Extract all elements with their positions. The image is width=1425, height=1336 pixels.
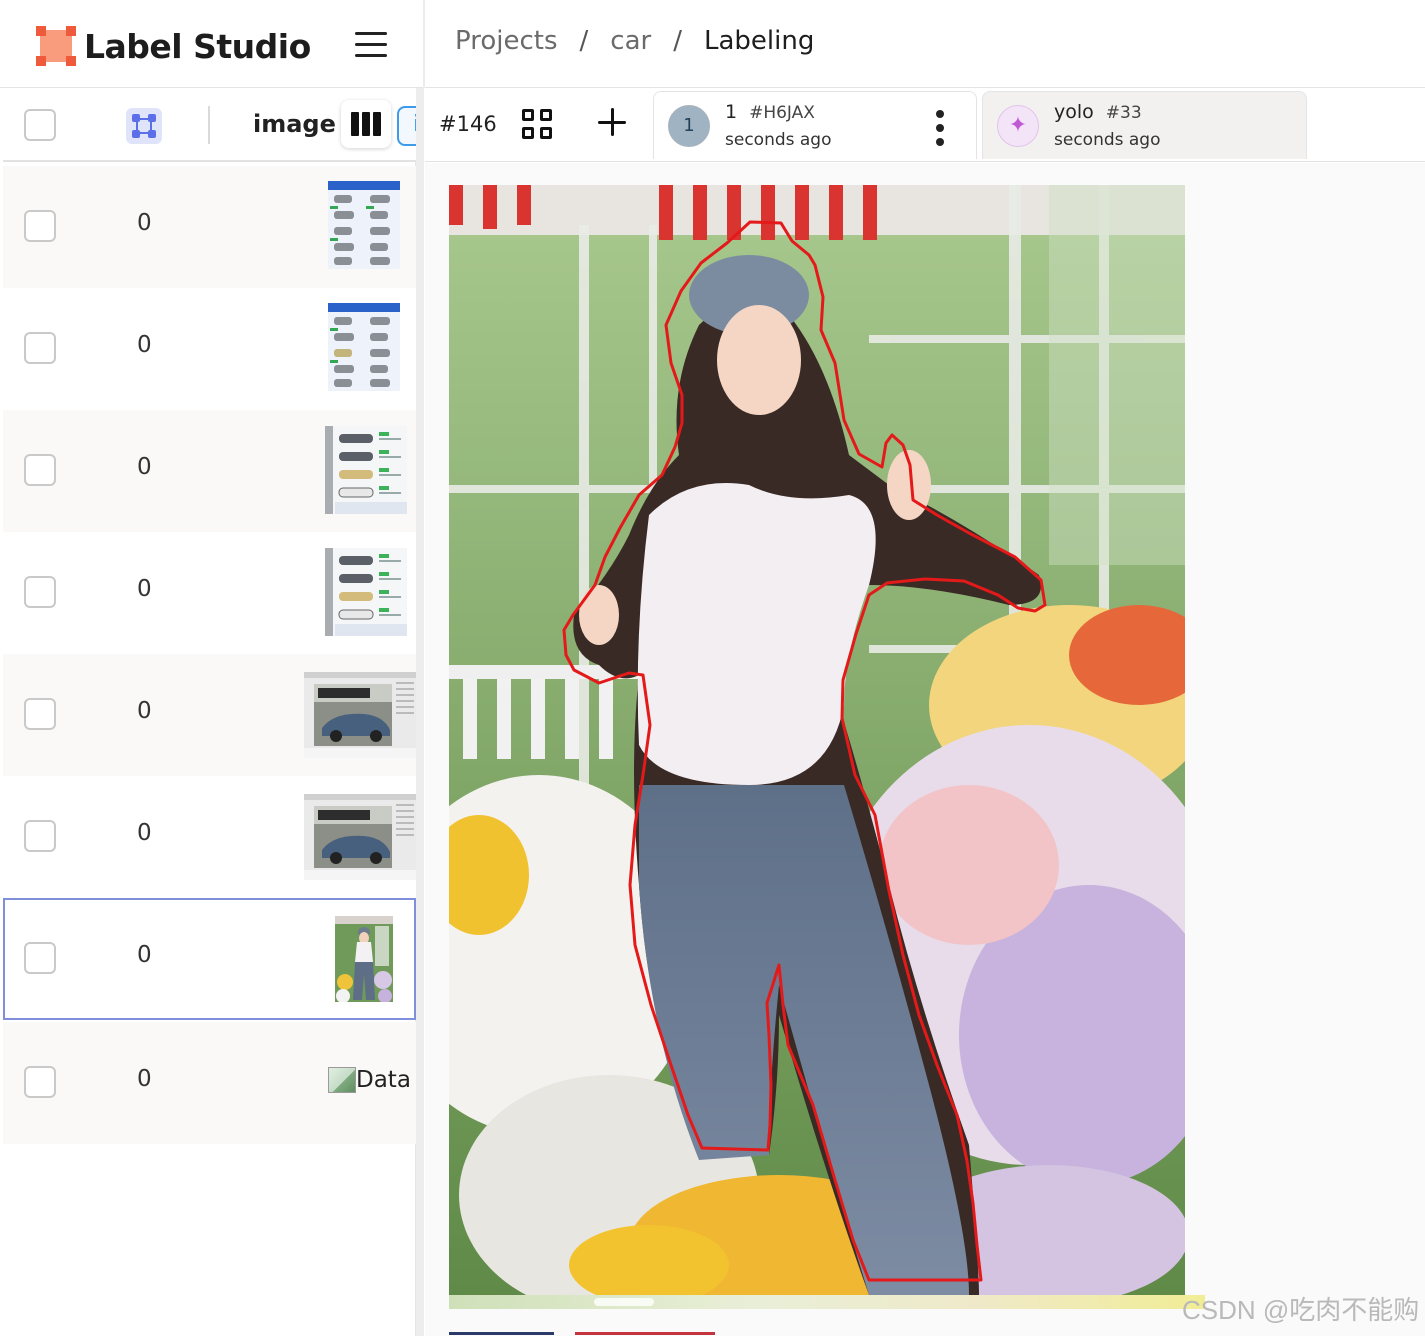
breadcrumb-projects[interactable]: Projects [455, 26, 558, 56]
task-image[interactable] [449, 185, 1185, 1295]
image-horizontal-scrollbar[interactable] [449, 1295, 1205, 1309]
image-column-header[interactable]: image [253, 110, 336, 138]
panel-resize-handle[interactable] [416, 88, 424, 1336]
breadcrumb-separator: / [579, 26, 589, 56]
info-button[interactable]: i [397, 106, 416, 146]
annotations-column-icon[interactable] [126, 108, 162, 144]
task-list-header: image i [3, 88, 416, 162]
brand[interactable]: Label Studio [36, 24, 311, 68]
annotation-count: 0 [137, 454, 152, 480]
annotation-count: 0 [137, 1066, 152, 1092]
breadcrumb-separator: / [673, 26, 682, 56]
prediction-time: seconds ago [1054, 130, 1161, 150]
annotation-tab-active[interactable]: 1 1 #H6JAX seconds ago [653, 91, 977, 159]
labeling-canvas [425, 163, 1425, 1336]
annotation-count: 0 [137, 210, 152, 236]
row-checkbox[interactable] [24, 820, 56, 852]
region-bar-2 [575, 1332, 715, 1335]
sparkle-icon: ✦ [997, 105, 1039, 147]
annotation-user: 1 [725, 101, 738, 123]
broken-image-icon [328, 1067, 356, 1093]
table-row[interactable]: 0 [3, 776, 416, 898]
table-row[interactable]: 0 [3, 166, 416, 288]
annotation-count: 0 [137, 332, 152, 358]
annotation-count: 0 [137, 698, 152, 724]
topbar-divider [423, 0, 425, 88]
car-post-thumbnail[interactable] [304, 672, 416, 758]
label-studio-logo-icon [36, 26, 76, 66]
row-checkbox[interactable] [24, 210, 56, 242]
breadcrumb-current: Labeling [703, 26, 815, 56]
car-list-thumbnail[interactable] [325, 548, 407, 636]
row-checkbox[interactable] [24, 942, 56, 974]
watermark: CSDN @吃肉不能购 [1182, 1295, 1420, 1325]
annotation-tabs-bar: #146 1 1 #H6JAX seconds ago ✦ yolo #33 sec… [425, 88, 1425, 162]
prediction-id: #33 [1105, 103, 1142, 123]
top-bar: Label Studio Projects / car / Labeling [0, 0, 1425, 88]
image-alt-text: Data [356, 1067, 411, 1093]
hamburger-menu-icon[interactable] [355, 30, 389, 60]
person-photo-thumbnail[interactable] [335, 916, 393, 1002]
breadcrumb-project-car[interactable]: car [610, 26, 651, 56]
task-id: #146 [439, 112, 497, 136]
more-options-icon[interactable] [934, 110, 946, 146]
table-row[interactable]: 0 [3, 410, 416, 532]
columns-toggle-icon[interactable] [341, 100, 391, 148]
car-list-thumbnail[interactable] [325, 426, 407, 514]
label-studio-app: Label Studio Projects / car / Labeling i… [0, 0, 1425, 1336]
annotation-title: 1 #H6JAX [725, 101, 815, 123]
row-checkbox[interactable] [24, 698, 56, 730]
car-chart-thumbnail[interactable] [328, 181, 400, 269]
car-post-thumbnail[interactable] [304, 794, 416, 880]
row-checkbox[interactable] [24, 1066, 56, 1098]
broken-image[interactable]: Data [328, 1067, 411, 1093]
prediction-tab[interactable]: ✦ yolo #33 seconds ago [982, 91, 1307, 159]
user-avatar: 1 [668, 105, 710, 147]
app-name: Label Studio [84, 26, 311, 66]
table-row-selected[interactable]: 0 [3, 898, 416, 1020]
add-annotation-plus-icon[interactable] [598, 108, 628, 138]
table-row[interactable]: 0 [3, 288, 416, 410]
header-divider [208, 106, 210, 144]
annotation-count: 0 [137, 820, 152, 846]
prediction-model: yolo [1054, 101, 1094, 123]
breadcrumb: Projects / car / Labeling [455, 26, 814, 56]
task-list-panel: image i 0 [0, 88, 416, 1336]
annotation-id: #H6JAX [749, 103, 815, 123]
region-bar-1 [449, 1332, 554, 1335]
table-row[interactable]: 0 Data [3, 1022, 416, 1144]
annotation-count: 0 [137, 576, 152, 602]
prediction-title: yolo #33 [1054, 101, 1142, 123]
table-row[interactable]: 0 [3, 654, 416, 776]
row-checkbox[interactable] [24, 576, 56, 608]
row-checkbox[interactable] [24, 454, 56, 486]
annotation-count: 0 [137, 942, 152, 968]
select-all-checkbox[interactable] [24, 109, 56, 141]
car-chart-thumbnail[interactable] [328, 303, 400, 391]
annotation-time: seconds ago [725, 130, 832, 150]
row-checkbox[interactable] [24, 332, 56, 364]
grid-view-icon[interactable] [522, 109, 554, 141]
table-row[interactable]: 0 [3, 532, 416, 654]
